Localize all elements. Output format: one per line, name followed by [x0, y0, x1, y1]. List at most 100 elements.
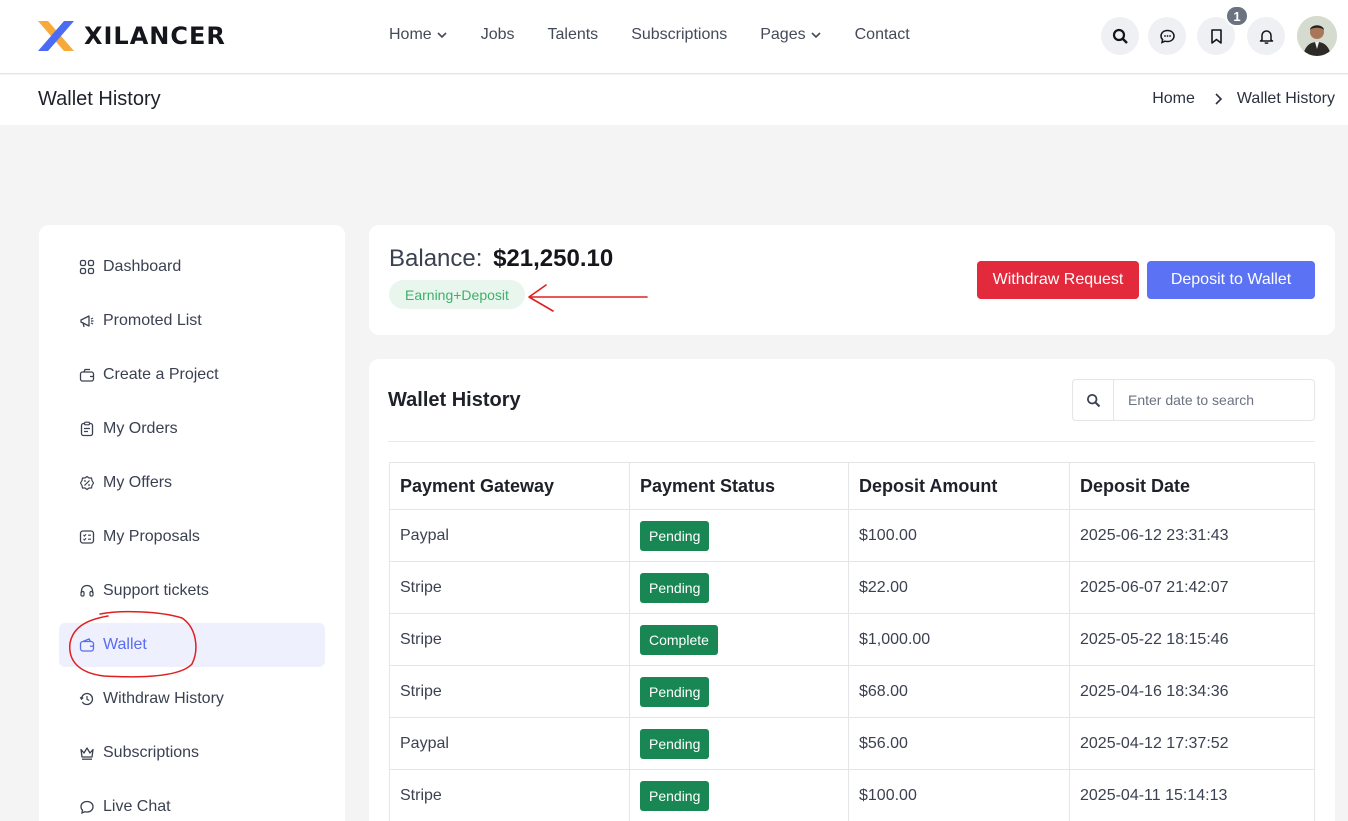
nav-jobs-label: Jobs	[480, 26, 515, 43]
headset-icon	[80, 584, 94, 597]
sidebar-item-my-orders[interactable]: My Orders	[59, 407, 325, 451]
nav-subscriptions[interactable]: Subscriptions	[631, 26, 727, 44]
status-badge: Pending	[640, 572, 710, 603]
sidebar-item-label: Dashboard	[103, 258, 182, 275]
search-icon-wrap[interactable]	[1073, 380, 1114, 420]
date-cell: 2025-04-16 18:34:36	[1069, 665, 1315, 718]
bookmark-count-badge: 1	[1225, 5, 1249, 27]
table-row: Paypal Pending $100.00 2025-06-12 23:31:…	[389, 509, 1315, 562]
breadcrumb-home[interactable]: Home	[1152, 90, 1195, 108]
gateway-cell: Stripe	[389, 665, 630, 718]
nav-home[interactable]: Home	[389, 26, 448, 44]
user-avatar[interactable]	[1297, 16, 1337, 56]
proposal-icon	[79, 530, 95, 544]
gateway-cell: Stripe	[389, 769, 630, 821]
nav-jobs[interactable]: Jobs	[481, 26, 515, 44]
table-row: Paypal Pending $56.00 2025-04-12 17:37:5…	[389, 717, 1315, 770]
deposit-to-wallet-button[interactable]: Deposit to Wallet	[1147, 261, 1315, 299]
balance-display: Balance: $21,250.10	[389, 245, 613, 273]
chevron-right-icon	[1215, 93, 1223, 105]
sidebar-item-live-chat[interactable]: Live Chat	[59, 785, 325, 821]
sidebar-item-label: My Proposals	[103, 528, 200, 545]
breadcrumb: Home Wallet History	[1152, 90, 1335, 108]
sidebar-item-dashboard[interactable]: Dashboard	[59, 245, 325, 289]
breadcrumb-bar: Wallet History Home Wallet History	[0, 75, 1348, 125]
crown-icon	[80, 747, 94, 760]
sidebar-item-create-project[interactable]: Create a Project	[59, 353, 325, 397]
brand-logo[interactable]: XILANCER	[36, 17, 226, 55]
sidebar-item-support-tickets[interactable]: Support tickets	[59, 569, 325, 613]
sidebar-item-label: Create a Project	[103, 366, 219, 383]
amount-cell: $100.00	[848, 769, 1070, 821]
divider	[388, 441, 1315, 442]
status-badge: Pending	[640, 728, 710, 759]
nav-contact-label: Contact	[854, 26, 910, 43]
gateway-cell: Stripe	[389, 561, 630, 614]
search-icon	[1086, 393, 1100, 407]
search-button[interactable]	[1101, 17, 1139, 55]
sidebar-item-label: Wallet	[103, 636, 147, 653]
status-badge: Pending	[640, 780, 710, 811]
brand-name: XILANCER	[84, 22, 226, 50]
logo-mark-icon	[38, 21, 74, 51]
chat-bubble-icon	[80, 800, 94, 815]
bell-icon	[1259, 29, 1273, 44]
table-row: Stripe Pending $22.00 2025-06-07 21:42:0…	[389, 561, 1315, 614]
chevron-down-icon	[811, 32, 821, 39]
date-cell: 2025-06-07 21:42:07	[1069, 561, 1315, 614]
chat-button[interactable]	[1148, 17, 1186, 55]
date-cell: 2025-06-12 23:31:43	[1069, 509, 1315, 562]
wallet-history-table: Payment Gateway Payment Status Deposit A…	[389, 462, 1315, 821]
status-cell: Pending	[629, 561, 849, 614]
wallet-history-card: Wallet History Payment Gateway Payment S…	[369, 359, 1335, 821]
sidebar-item-my-proposals[interactable]: My Proposals	[59, 515, 325, 559]
sidebar-item-label: Withdraw History	[103, 690, 224, 707]
status-cell: Pending	[629, 717, 849, 770]
dashboard-sidebar: Dashboard Promoted List Create a Project…	[39, 225, 345, 821]
balance-source-tag: Earning+Deposit	[389, 280, 525, 309]
gateway-cell: Paypal	[389, 717, 630, 770]
balance-label: Balance:	[389, 245, 483, 272]
column-header: Deposit Amount	[848, 462, 1070, 510]
chat-icon	[1159, 29, 1175, 44]
nav-home-label: Home	[389, 26, 432, 43]
table-header-row: Payment Gateway Payment Status Deposit A…	[389, 462, 1315, 510]
status-cell: Pending	[629, 769, 849, 821]
amount-cell: $100.00	[848, 509, 1070, 562]
notification-button[interactable]	[1247, 17, 1285, 55]
bookmark-icon	[1210, 28, 1222, 44]
sidebar-item-label: My Orders	[103, 420, 178, 437]
nav-talents-label: Talents	[547, 26, 599, 43]
chevron-down-icon	[437, 32, 447, 39]
balance-card: Balance: $21,250.10 Earning+Deposit With…	[369, 225, 1335, 335]
nav-pages[interactable]: Pages	[760, 26, 821, 44]
briefcase-icon	[79, 368, 95, 382]
wallet-history-title: Wallet History	[388, 389, 521, 411]
nav-subscriptions-label: Subscriptions	[631, 26, 728, 43]
sidebar-item-label: Subscriptions	[103, 744, 200, 761]
offer-badge-icon	[79, 475, 95, 491]
amount-cell: $68.00	[848, 665, 1070, 718]
amount-cell: $22.00	[848, 561, 1070, 614]
status-badge: Pending	[640, 676, 710, 707]
date-cell: 2025-04-12 17:37:52	[1069, 717, 1315, 770]
wallet-icon	[79, 638, 95, 652]
sidebar-item-withdraw-history[interactable]: Withdraw History	[59, 677, 325, 721]
nav-talents[interactable]: Talents	[547, 26, 598, 44]
nav-pages-label: Pages	[760, 26, 806, 43]
clipboard-icon	[80, 421, 94, 437]
page-title: Wallet History	[38, 88, 161, 110]
date-cell: 2025-04-11 15:14:13	[1069, 769, 1315, 821]
sidebar-item-my-offers[interactable]: My Offers	[59, 461, 325, 505]
sidebar-item-promoted-list[interactable]: Promoted List	[59, 299, 325, 343]
sidebar-item-wallet[interactable]: Wallet	[59, 623, 325, 667]
date-search-input[interactable]	[1114, 380, 1314, 420]
gateway-cell: Stripe	[389, 613, 630, 666]
sidebar-item-subscriptions[interactable]: Subscriptions	[59, 731, 325, 775]
sidebar-item-label: Live Chat	[103, 798, 171, 815]
status-badge: Complete	[640, 624, 718, 655]
column-header: Deposit Date	[1069, 462, 1315, 510]
nav-contact[interactable]: Contact	[855, 26, 910, 44]
withdraw-request-button[interactable]: Withdraw Request	[977, 261, 1139, 299]
history-icon	[79, 692, 94, 706]
